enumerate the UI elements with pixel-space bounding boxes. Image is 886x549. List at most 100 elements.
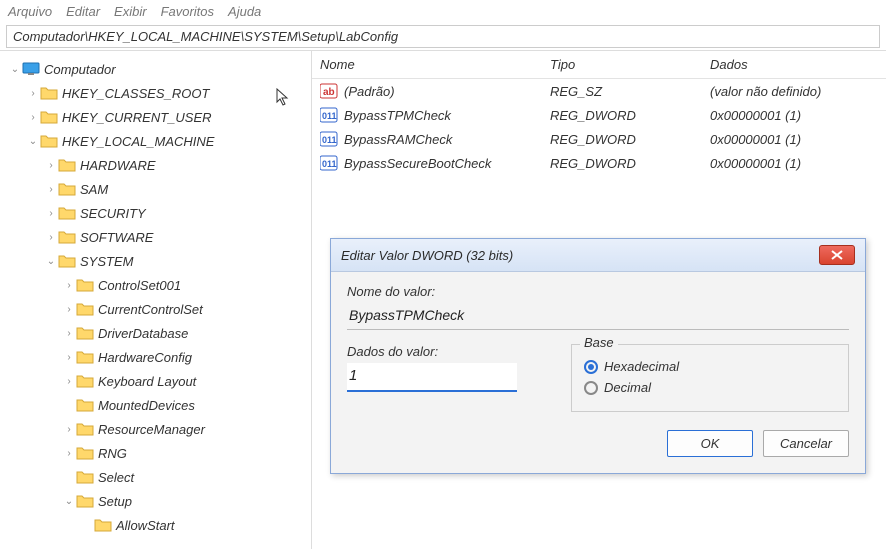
tree-item-label: ControlSet001 bbox=[98, 278, 181, 293]
tree-item[interactable]: AllowStart bbox=[4, 513, 311, 537]
tree-item[interactable]: › DriverDatabase bbox=[4, 321, 311, 345]
radio-decimal[interactable]: Decimal bbox=[584, 380, 836, 395]
tree-item[interactable]: › ResourceManager bbox=[4, 417, 311, 441]
ok-button[interactable]: OK bbox=[667, 430, 753, 457]
cancel-button[interactable]: Cancelar bbox=[763, 430, 849, 457]
chevron-right-icon[interactable]: › bbox=[44, 160, 58, 171]
chevron-right-icon[interactable]: › bbox=[62, 304, 76, 315]
folder-icon bbox=[58, 158, 76, 172]
value-type: REG_DWORD bbox=[550, 156, 710, 171]
chevron-right-icon[interactable]: › bbox=[62, 352, 76, 363]
radio-dec-label: Decimal bbox=[604, 380, 651, 395]
value-name-field bbox=[347, 303, 849, 330]
tree-item-label: ResourceManager bbox=[98, 422, 205, 437]
tree-item[interactable]: ⌄SYSTEM bbox=[4, 249, 311, 273]
folder-icon bbox=[76, 278, 94, 292]
chevron-down-icon[interactable]: ⌄ bbox=[8, 64, 22, 75]
chevron-right-icon[interactable]: › bbox=[62, 376, 76, 387]
registry-tree[interactable]: ⌄Computador›HKEY_CLASSES_ROOT›HKEY_CURRE… bbox=[0, 51, 312, 549]
close-button[interactable] bbox=[819, 245, 855, 265]
svg-text:ab: ab bbox=[323, 87, 335, 98]
folder-icon bbox=[76, 470, 94, 484]
value-data-field[interactable] bbox=[347, 363, 517, 392]
tree-item[interactable]: ›CurrentControlSet bbox=[4, 297, 311, 321]
tree-item-label: HardwareConfig bbox=[98, 350, 192, 365]
folder-icon bbox=[76, 494, 94, 508]
value-data: 0x00000001 (1) bbox=[710, 108, 878, 123]
base-legend: Base bbox=[580, 335, 618, 350]
value-name-label: Nome do valor: bbox=[347, 284, 849, 299]
tree-item[interactable]: ⌄Setup bbox=[4, 489, 311, 513]
spacer bbox=[80, 520, 94, 531]
tree-item-label: Computador bbox=[44, 62, 116, 77]
tree-item[interactable]: ›HKEY_CLASSES_ROOT bbox=[4, 81, 311, 105]
tree-item[interactable]: › SAM bbox=[4, 177, 311, 201]
chevron-right-icon[interactable]: › bbox=[44, 184, 58, 195]
value-rows: ab(Padrão)REG_SZ(valor não definido)011B… bbox=[312, 79, 886, 175]
tree-item[interactable]: ›Keyboard Layout bbox=[4, 369, 311, 393]
folder-icon bbox=[76, 302, 94, 316]
value-row[interactable]: 011BypassSecureBootCheckREG_DWORD0x00000… bbox=[312, 151, 886, 175]
tree-item[interactable]: › SECURITY bbox=[4, 201, 311, 225]
tree-item[interactable]: Select bbox=[4, 465, 311, 489]
value-row[interactable]: ab(Padrão)REG_SZ(valor não definido) bbox=[312, 79, 886, 103]
tree-item-label: SECURITY bbox=[80, 206, 146, 221]
folder-icon bbox=[40, 134, 58, 148]
tree-item[interactable]: › HardwareConfig bbox=[4, 345, 311, 369]
folder-icon bbox=[58, 230, 76, 244]
chevron-right-icon[interactable]: › bbox=[62, 280, 76, 291]
menu-arquivo[interactable]: Arquivo bbox=[8, 4, 52, 19]
address-bar[interactable]: Computador\HKEY_LOCAL_MACHINE\SYSTEM\Set… bbox=[6, 25, 880, 48]
tree-item[interactable]: ›SOFTWARE bbox=[4, 225, 311, 249]
chevron-right-icon[interactable]: › bbox=[62, 448, 76, 459]
column-headers: Nome Tipo Dados bbox=[312, 51, 886, 79]
folder-icon bbox=[76, 422, 94, 436]
tree-item-label: HKEY_CURRENT_USER bbox=[62, 110, 212, 125]
folder-icon bbox=[40, 110, 58, 124]
chevron-right-icon[interactable]: › bbox=[62, 424, 76, 435]
tree-item-label: Select bbox=[98, 470, 134, 485]
chevron-right-icon[interactable]: › bbox=[62, 328, 76, 339]
chevron-down-icon[interactable]: ⌄ bbox=[44, 256, 58, 267]
value-row[interactable]: 011BypassRAMCheckREG_DWORD0x00000001 (1) bbox=[312, 127, 886, 151]
radio-hex-label: Hexadecimal bbox=[604, 359, 679, 374]
folder-icon bbox=[40, 86, 58, 100]
tree-item-label: RNG bbox=[98, 446, 127, 461]
dialog-titlebar[interactable]: Editar Valor DWORD (32 bits) bbox=[331, 239, 865, 272]
tree-item[interactable]: › RNG bbox=[4, 441, 311, 465]
folder-icon bbox=[58, 182, 76, 196]
tree-item[interactable]: ⌄ HKEY_LOCAL_MACHINE bbox=[4, 129, 311, 153]
tree-item-label: HKEY_LOCAL_MACHINE bbox=[62, 134, 214, 149]
tree-item-label: MountedDevices bbox=[98, 398, 195, 413]
tree-item-label: SAM bbox=[80, 182, 108, 197]
chevron-right-icon[interactable]: › bbox=[44, 208, 58, 219]
string-value-icon: ab bbox=[320, 83, 338, 99]
radio-hexadecimal[interactable]: Hexadecimal bbox=[584, 359, 836, 374]
tree-item[interactable]: › HKEY_CURRENT_USER bbox=[4, 105, 311, 129]
value-name: BypassTPMCheck bbox=[344, 108, 451, 123]
tree-item-label: DriverDatabase bbox=[98, 326, 188, 341]
menu-editar[interactable]: Editar bbox=[66, 4, 100, 19]
chevron-down-icon[interactable]: ⌄ bbox=[62, 496, 76, 507]
tree-item[interactable]: MountedDevices bbox=[4, 393, 311, 417]
dword-value-icon: 011 bbox=[320, 107, 338, 123]
chevron-right-icon[interactable]: › bbox=[26, 88, 40, 99]
tree-item[interactable]: ⌄ Computador bbox=[4, 57, 311, 81]
tree-item[interactable]: › ControlSet001 bbox=[4, 273, 311, 297]
chevron-right-icon[interactable]: › bbox=[44, 232, 58, 243]
computer-icon bbox=[22, 62, 40, 76]
col-name[interactable]: Nome bbox=[320, 57, 550, 72]
value-type: REG_DWORD bbox=[550, 132, 710, 147]
col-type[interactable]: Tipo bbox=[550, 57, 710, 72]
value-data: (valor não definido) bbox=[710, 84, 878, 99]
tree-item[interactable]: ›HARDWARE bbox=[4, 153, 311, 177]
menu-ajuda[interactable]: Ajuda bbox=[228, 4, 261, 19]
menu-exibir[interactable]: Exibir bbox=[114, 4, 147, 19]
col-data[interactable]: Dados bbox=[710, 57, 878, 72]
chevron-right-icon[interactable]: › bbox=[26, 112, 40, 123]
menu-favoritos[interactable]: Favoritos bbox=[161, 4, 214, 19]
value-data-label: Dados do valor: bbox=[347, 344, 547, 359]
edit-dword-dialog: Editar Valor DWORD (32 bits) Nome do val… bbox=[330, 238, 866, 474]
chevron-down-icon[interactable]: ⌄ bbox=[26, 136, 40, 147]
value-row[interactable]: 011BypassTPMCheckREG_DWORD0x00000001 (1) bbox=[312, 103, 886, 127]
